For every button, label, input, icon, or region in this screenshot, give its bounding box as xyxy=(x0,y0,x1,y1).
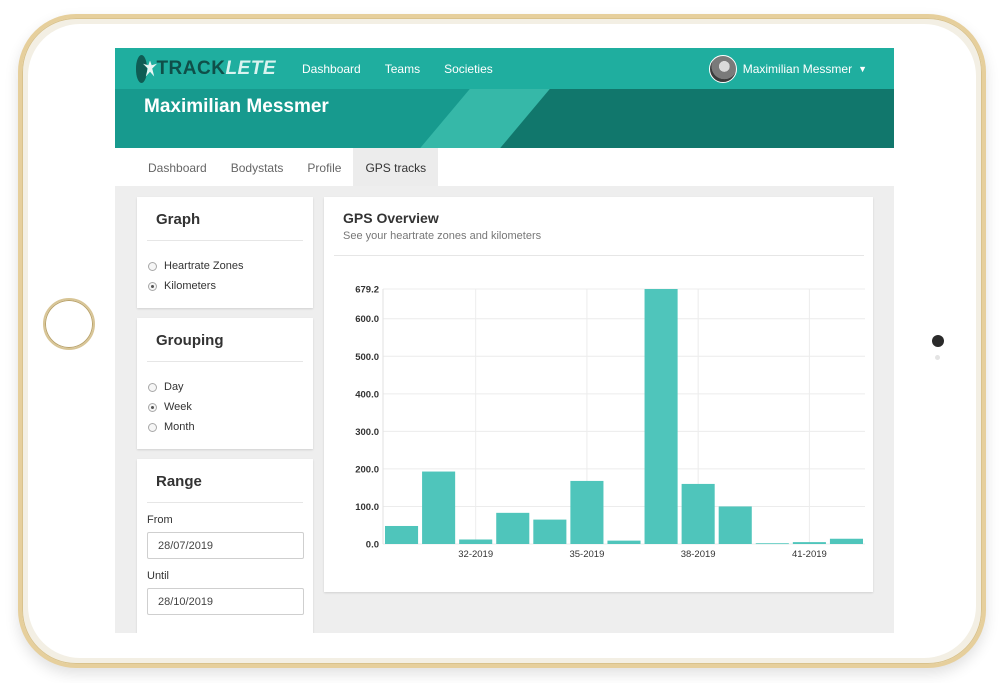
bar-32-2019 xyxy=(459,539,493,544)
bar-38-2019 xyxy=(681,483,715,544)
y-tick-label: 0.0 xyxy=(366,540,379,551)
x-tick-label: 32-2019 xyxy=(458,549,493,560)
tab-dashboard[interactable]: Dashboard xyxy=(136,148,219,186)
y-tick-label: 500.0 xyxy=(355,352,379,363)
gps-overview-panel: GPS Overview See your heartrate zones an… xyxy=(324,197,873,592)
profile-name: Maximilian Messmer xyxy=(144,96,329,117)
y-tick-label: 679.2 xyxy=(355,285,379,296)
tab-bodystats[interactable]: Bodystats xyxy=(219,148,296,186)
bar-30-2019 xyxy=(385,525,419,544)
bar-36-2019 xyxy=(607,540,641,544)
home-button xyxy=(43,298,95,350)
graph-panel-title: Graph xyxy=(156,211,201,228)
divider xyxy=(147,502,303,503)
y-tick-label: 100.0 xyxy=(355,502,379,513)
grouping-panel: Grouping Day Week Month xyxy=(137,318,313,449)
from-label: From xyxy=(147,514,173,526)
nav-links: Dashboard Teams Societies xyxy=(302,62,517,76)
radio-month[interactable]: Month xyxy=(148,417,313,437)
radio-heartrate-zones[interactable]: Heartrate Zones xyxy=(148,256,313,276)
camera xyxy=(932,335,944,347)
radio-button-checked[interactable] xyxy=(148,281,157,291)
x-tick-label: 41-2019 xyxy=(792,549,827,560)
radio-button[interactable] xyxy=(148,422,157,432)
nav-dashboard[interactable]: Dashboard xyxy=(302,62,361,76)
radio-label: Month xyxy=(164,421,195,433)
x-tick-label: 38-2019 xyxy=(681,549,716,560)
user-name: Maximilian Messmer xyxy=(742,62,853,76)
bar-33-2019 xyxy=(496,512,530,544)
from-date-input[interactable] xyxy=(147,532,304,559)
bar-37-2019 xyxy=(644,289,678,544)
top-navbar: TRACKLETE Dashboard Teams Societies Maxi… xyxy=(115,48,894,89)
bar-41-2019 xyxy=(792,542,826,544)
until-label: Until xyxy=(147,570,170,582)
kilometers-bar-chart: 0.0 100.0 200.0 300.0 400.0 500.0 600.0 679.2 32… xyxy=(355,285,865,560)
graph-panel: Graph Heartrate Zones Kilometers xyxy=(137,197,313,308)
avatar xyxy=(708,55,737,83)
radio-week[interactable]: Week xyxy=(148,397,313,417)
radio-button[interactable] xyxy=(148,382,157,392)
bar-34-2019 xyxy=(533,519,567,544)
nav-teams[interactable]: Teams xyxy=(385,62,420,76)
bar-39-2019 xyxy=(718,506,752,544)
bar-35-2019 xyxy=(570,480,604,544)
y-tick-label: 300.0 xyxy=(355,427,379,438)
range-panel-title: Range xyxy=(156,473,202,490)
bar-40-2019 xyxy=(755,543,789,545)
bar-31-2019 xyxy=(422,471,456,544)
radio-button[interactable] xyxy=(148,261,157,271)
logo-text: TRACKLETE xyxy=(156,57,276,79)
x-tick-label: 35-2019 xyxy=(569,549,604,560)
radio-label: Week xyxy=(164,401,192,413)
profile-tabs: Dashboard Bodystats Profile GPS tracks xyxy=(115,148,894,186)
profile-header: Maximilian Messmer xyxy=(115,89,894,148)
radio-label: Kilometers xyxy=(164,280,216,292)
y-tick-label: 400.0 xyxy=(355,389,379,400)
app-screen: TRACKLETE Dashboard Teams Societies Maxi… xyxy=(115,48,894,633)
until-date-input[interactable] xyxy=(147,588,304,615)
bar-42-2019 xyxy=(829,538,863,544)
y-tick-label: 200.0 xyxy=(355,464,379,475)
caret-down-icon: ▼ xyxy=(858,64,867,74)
range-panel: Range From Until xyxy=(137,459,313,633)
y-tick-label: 600.0 xyxy=(355,314,379,325)
sensor xyxy=(935,355,940,360)
radio-day[interactable]: Day xyxy=(148,377,313,397)
radio-label: Day xyxy=(164,381,184,393)
logo-athlete-icon xyxy=(136,54,148,83)
user-menu[interactable]: Maximilian Messmer ▼ xyxy=(708,55,867,83)
radio-label: Heartrate Zones xyxy=(164,260,244,272)
radio-button-checked[interactable] xyxy=(148,402,157,412)
grouping-panel-title: Grouping xyxy=(156,332,224,349)
header-shade xyxy=(500,89,894,148)
tracklete-logo[interactable]: TRACKLETE xyxy=(136,54,276,83)
tab-gps-tracks[interactable]: GPS tracks xyxy=(353,148,439,186)
nav-societies[interactable]: Societies xyxy=(444,62,493,76)
radio-kilometers[interactable]: Kilometers xyxy=(148,276,313,296)
tab-profile[interactable]: Profile xyxy=(295,148,353,186)
